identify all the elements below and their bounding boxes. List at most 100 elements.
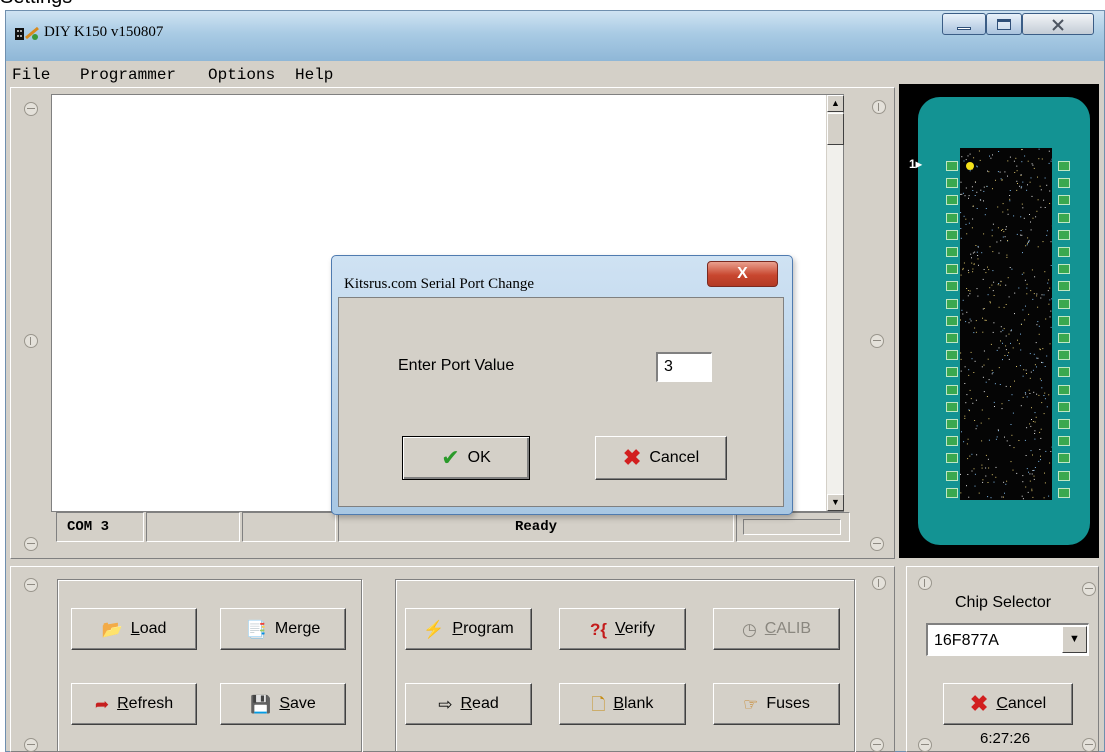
chip-pin <box>946 453 958 464</box>
chip-pin <box>946 281 958 292</box>
chip-pin <box>1058 401 1070 412</box>
menu-file[interactable]: File <box>12 66 50 84</box>
merge-label: Merge <box>274 620 321 637</box>
chip-pin <box>946 367 958 378</box>
program-button[interactable]: ⚡ Program <box>405 608 532 650</box>
splitter-grip-icon[interactable] <box>870 738 884 752</box>
chevron-down-icon[interactable]: ▼ <box>1062 626 1087 653</box>
load-button[interactable]: 📂 Load <box>71 608 197 650</box>
dialog-cancel-button[interactable]: ✖ Cancel <box>595 436 727 480</box>
splitter-grip-icon[interactable] <box>1082 738 1096 752</box>
verify-button[interactable]: ?{ Verify <box>559 608 686 650</box>
splitter-grip-icon[interactable] <box>918 738 932 752</box>
status-cell <box>242 512 336 542</box>
read-label: Read <box>460 695 499 712</box>
chip-pin <box>946 487 958 498</box>
close-button[interactable] <box>1022 13 1094 35</box>
status-cell <box>146 512 240 542</box>
splitter-grip-icon[interactable] <box>24 102 38 116</box>
chip-pin <box>1058 436 1070 447</box>
status-state: Ready <box>338 512 734 542</box>
status-port-text: COM 3 <box>67 519 110 535</box>
menu-programmer[interactable]: Programmer <box>80 66 176 84</box>
chip-pin <box>1058 333 1070 343</box>
vertical-scrollbar[interactable]: ▲ ▼ <box>826 95 844 511</box>
menu-options[interactable]: Options <box>208 66 275 84</box>
blank-label: Blank <box>613 695 654 712</box>
status-cell <box>736 512 850 542</box>
fuses-label: Fuses <box>766 695 810 712</box>
splitter-grip-icon[interactable] <box>1082 582 1096 596</box>
chip-pin <box>1058 384 1070 395</box>
chip-pin <box>946 195 958 206</box>
splitter-grip-icon[interactable] <box>24 537 38 551</box>
chip-pin <box>946 229 958 240</box>
chip-select-dropdown[interactable]: 16F877A ▼ <box>926 623 1089 656</box>
chip-pin <box>1058 229 1070 240</box>
folder-open-icon: 📂 <box>101 619 123 639</box>
chip-pin <box>946 212 958 223</box>
maximize-button[interactable] <box>986 13 1022 35</box>
chip-pin <box>946 470 958 481</box>
chip-pin <box>1058 264 1070 275</box>
merge-button[interactable]: 📑 Merge <box>220 608 346 650</box>
app-icon <box>15 26 39 40</box>
maximize-icon <box>997 19 1011 30</box>
save-button[interactable]: 💾 Save <box>220 683 346 725</box>
splitter-grip-icon[interactable] <box>24 334 38 348</box>
scroll-thumb[interactable] <box>827 113 844 145</box>
chip-pin <box>1058 281 1070 292</box>
chip-pin <box>1058 487 1070 498</box>
close-icon: X <box>737 265 748 282</box>
chip-cancel-button[interactable]: ✖ Cancel <box>943 683 1073 725</box>
chip-pin <box>1058 161 1070 171</box>
scroll-down-button[interactable]: ▼ <box>827 494 844 511</box>
serial-port-dialog: Kitsrus.com Serial Port Change X Enter P… <box>331 255 793 515</box>
window-title: DIY K150 v150807 <box>44 24 164 40</box>
splitter-grip-icon[interactable] <box>918 576 932 590</box>
splitter-grip-icon[interactable] <box>870 334 884 348</box>
menu-help[interactable]: Help <box>295 66 333 84</box>
save-label: Save <box>279 695 316 712</box>
read-button[interactable]: ⇨ Read <box>405 683 532 725</box>
pin1-marker-label: 1▸ <box>909 157 922 171</box>
splitter-grip-icon[interactable] <box>872 576 886 590</box>
fuses-button[interactable]: ☞ Fuses <box>713 683 840 725</box>
splitter-grip-icon[interactable] <box>872 100 886 114</box>
splitter-grip-icon[interactable] <box>24 578 38 592</box>
refresh-label: Refresh <box>117 695 174 712</box>
status-port: COM 3 <box>56 512 144 542</box>
chip-pin <box>946 298 958 309</box>
chip-pin <box>1058 247 1070 257</box>
chip-pin <box>1058 350 1070 361</box>
file-button-group <box>57 579 362 752</box>
verify-question-icon: ?{ <box>589 619 607 639</box>
refresh-arrow-icon: ➦ <box>94 694 110 714</box>
program-button-group <box>395 579 855 752</box>
title-bar[interactable]: DIY K150 v150807 <box>6 11 1104 61</box>
chip-pin <box>1058 178 1070 189</box>
port-value-label: Enter Port Value <box>398 357 515 374</box>
clock-readout: 6:27:26 <box>980 730 1031 747</box>
calib-button[interactable]: ◷ CALIB <box>713 608 840 650</box>
minimize-button[interactable] <box>942 13 986 35</box>
program-label: Program <box>452 620 514 637</box>
chip-pin <box>946 401 958 412</box>
status-state-text: Ready <box>514 519 557 535</box>
splitter-grip-icon[interactable] <box>24 738 38 752</box>
dialog-body: Enter Port Value 3 ✔ OK ✖ Cancel <box>338 297 784 507</box>
red-x-icon: ✖ <box>622 445 642 470</box>
chip-select-value: 16F877A <box>934 632 999 649</box>
refresh-button[interactable]: ➦ Refresh <box>71 683 197 725</box>
blank-button[interactable]: 🗋 Blank <box>559 683 686 725</box>
chip-cancel-label: Cancel <box>996 695 1047 712</box>
splitter-grip-icon[interactable] <box>870 537 884 551</box>
red-x-icon: ✖ <box>969 691 989 716</box>
chip-pin <box>946 350 958 361</box>
scroll-up-button[interactable]: ▲ <box>827 95 844 112</box>
chip-pin <box>1058 367 1070 378</box>
clock-icon: ◷ <box>741 619 757 639</box>
port-value-input[interactable]: 3 <box>656 352 712 382</box>
dialog-close-button[interactable]: X <box>707 261 778 287</box>
ok-button[interactable]: ✔ OK <box>402 436 530 480</box>
